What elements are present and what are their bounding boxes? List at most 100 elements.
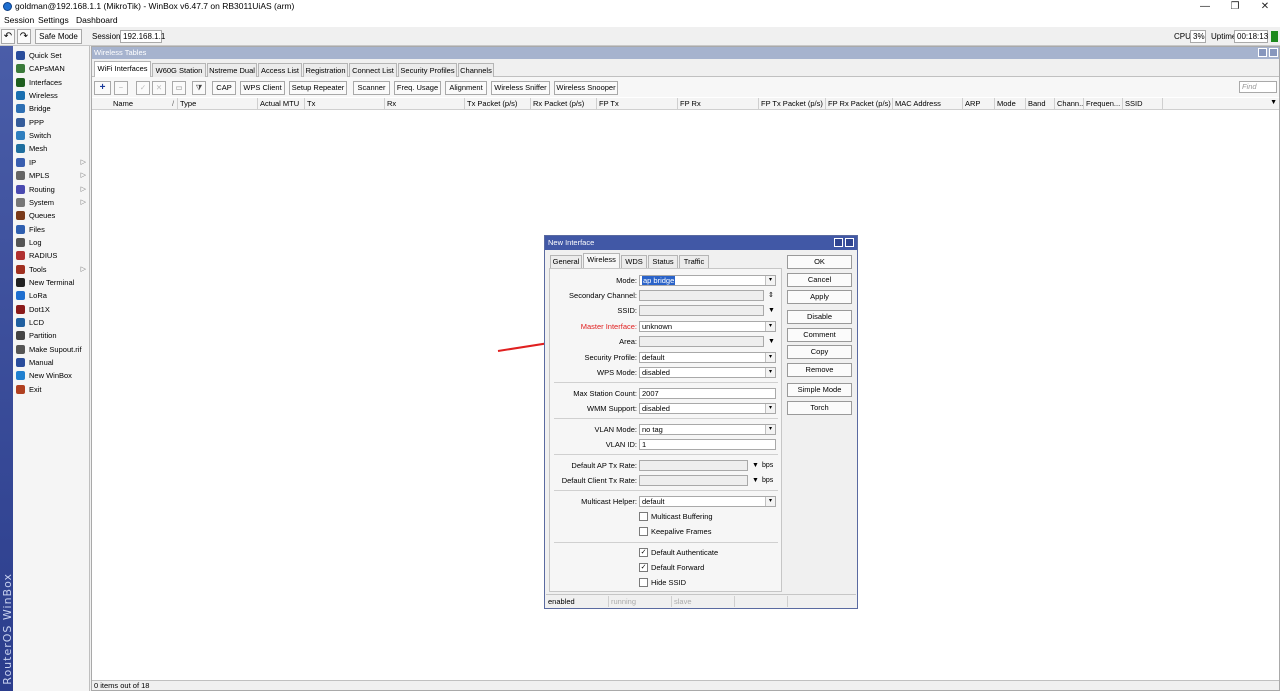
torch-button[interactable]: Torch — [787, 401, 852, 415]
column-ssid[interactable]: SSID — [1123, 98, 1163, 110]
close-window-button[interactable]: ✕ — [1250, 0, 1280, 13]
sidebar-item-manual[interactable]: Manual — [15, 356, 89, 369]
add-icon[interactable]: + — [94, 81, 111, 95]
sidebar-item-switch[interactable]: Switch — [15, 129, 89, 142]
simple-mode-button[interactable]: Simple Mode — [787, 383, 852, 397]
chevron-down-icon[interactable]: ▾ — [765, 368, 775, 377]
security-profile-select[interactable]: default ▾ — [639, 352, 776, 363]
dialog-maximize-icon[interactable] — [834, 238, 843, 247]
wireless-snooper-button[interactable]: Wireless Snooper — [554, 81, 618, 95]
secondary-channel-field[interactable] — [639, 290, 764, 301]
remove-button[interactable]: Remove — [787, 363, 852, 377]
sidebar-item-exit[interactable]: Exit — [15, 383, 89, 396]
copy-button[interactable]: Copy — [787, 345, 852, 359]
updown-icon[interactable]: ⇕ — [768, 290, 774, 301]
disable-button[interactable]: Disable — [787, 310, 852, 324]
filter-icon[interactable]: ⧩ — [192, 81, 206, 95]
comment-button[interactable]: Comment — [787, 328, 852, 342]
cancel-button[interactable]: Cancel — [787, 273, 852, 287]
dialog-close-icon[interactable] — [845, 238, 854, 247]
default-authenticate-checkbox[interactable]: ✓ — [639, 548, 648, 557]
chevron-down-icon[interactable]: ▼ — [752, 460, 759, 471]
sidebar-item-ppp[interactable]: PPP — [15, 116, 89, 129]
tab-wireless[interactable]: Wireless — [583, 253, 620, 268]
chevron-down-icon[interactable]: ▾ — [765, 322, 775, 331]
vlan-mode-select[interactable]: no tag ▾ — [639, 424, 776, 435]
master-interface-select[interactable]: unknown ▾ — [639, 321, 776, 332]
tab-connect-list[interactable]: Connect List — [349, 63, 397, 77]
scanner-button[interactable]: Scanner — [353, 81, 390, 95]
sidebar-item-make-supout-rif[interactable]: Make Supout.rif — [15, 343, 89, 356]
keepalive-frames-checkbox[interactable] — [639, 527, 648, 536]
sidebar-item-files[interactable]: Files — [15, 223, 89, 236]
chevron-down-icon[interactable]: ▾ — [765, 353, 775, 362]
sidebar-item-mpls[interactable]: MPLS ▷ — [15, 169, 89, 182]
sidebar-item-capsman[interactable]: CAPsMAN — [15, 62, 89, 75]
sidebar-item-lora[interactable]: LoRa — [15, 289, 89, 302]
sidebar-item-dot1x[interactable]: Dot1X — [15, 303, 89, 316]
chevron-down-icon[interactable]: ▼ — [752, 475, 759, 486]
hide-ssid-checkbox[interactable] — [639, 578, 648, 587]
default-client-tx-rate-field[interactable] — [639, 475, 748, 486]
column-fp-tx[interactable]: FP Tx — [597, 98, 678, 110]
tab-wifi-interfaces[interactable]: WiFi Interfaces — [94, 61, 151, 78]
column-frequen[interactable]: Frequen... — [1084, 98, 1123, 110]
session-field[interactable]: 192.168.1.1 — [120, 30, 165, 43]
column-type[interactable]: Type — [178, 98, 258, 110]
sidebar-item-radius[interactable]: RADIUS — [15, 249, 89, 262]
find-input[interactable]: Find — [1239, 81, 1277, 93]
column-band[interactable]: Band — [1026, 98, 1055, 110]
chevron-down-icon[interactable]: ▼ — [768, 336, 775, 347]
sidebar-item-lcd[interactable]: LCD — [15, 316, 89, 329]
restore-button[interactable]: ❐ — [1220, 0, 1250, 13]
apply-button[interactable]: Apply — [787, 290, 852, 304]
ok-button[interactable]: OK — [787, 255, 852, 269]
freq-usage-button[interactable]: Freq. Usage — [394, 81, 441, 95]
disable-icon[interactable]: ✕ — [152, 81, 166, 95]
close-icon[interactable] — [1269, 48, 1278, 57]
sidebar-item-queues[interactable]: Queues — [15, 209, 89, 222]
default-forward-checkbox[interactable]: ✓ — [639, 563, 648, 572]
wps-client-button[interactable]: WPS Client — [240, 81, 285, 95]
comment-icon[interactable]: ▭ — [172, 81, 186, 95]
menu-settings[interactable]: Settings — [38, 15, 69, 25]
tab-registration[interactable]: Registration — [303, 63, 348, 77]
ssid-field[interactable] — [639, 305, 764, 316]
column-mode[interactable]: Mode — [995, 98, 1026, 110]
max-station-count-field[interactable]: 2007 — [639, 388, 776, 399]
column-actual-mtu[interactable]: Actual MTU — [258, 98, 305, 110]
setup-repeater-button[interactable]: Setup Repeater — [289, 81, 347, 95]
multicast-helper-select[interactable]: default ▾ — [639, 496, 776, 507]
enable-icon[interactable]: ✓ — [136, 81, 150, 95]
column-fp-rx[interactable]: FP Rx — [678, 98, 759, 110]
sidebar-item-routing[interactable]: Routing ▷ — [15, 183, 89, 196]
tab-security-profiles[interactable]: Security Profiles — [398, 63, 457, 77]
tab-nstreme-dual[interactable]: Nstreme Dual — [207, 63, 257, 77]
column-menu-icon[interactable]: ▼ — [1270, 99, 1277, 106]
wireless-sniffer-button[interactable]: Wireless Sniffer — [491, 81, 550, 95]
column-arp[interactable]: ARP — [963, 98, 995, 110]
menu-dashboard[interactable]: Dashboard — [76, 15, 118, 25]
sidebar-item-mesh[interactable]: Mesh — [15, 142, 89, 155]
area-field[interactable] — [639, 336, 764, 347]
column-tx[interactable]: Tx — [305, 98, 385, 110]
column-tx-packet-p-s[interactable]: Tx Packet (p/s) — [465, 98, 531, 110]
column-fp-tx-packet-p-s[interactable]: FP Tx Packet (p/s) — [759, 98, 826, 110]
remove-icon[interactable]: − — [114, 81, 128, 95]
menu-session[interactable]: Session — [4, 15, 34, 25]
column-chann[interactable]: Chann... — [1055, 98, 1084, 110]
multicast-buffering-checkbox[interactable] — [639, 512, 648, 521]
mode-select[interactable]: ap bridge ▾ — [639, 275, 776, 286]
tab-general[interactable]: General — [550, 255, 582, 268]
alignment-button[interactable]: Alignment — [445, 81, 487, 95]
sidebar-item-tools[interactable]: Tools ▷ — [15, 263, 89, 276]
sidebar-item-partition[interactable]: Partition — [15, 329, 89, 342]
redo-button[interactable]: ↷ — [17, 29, 31, 44]
minimize-button[interactable]: — — [1190, 0, 1220, 13]
sidebar-item-interfaces[interactable]: Interfaces — [15, 76, 89, 89]
cap-button[interactable]: CAP — [212, 81, 236, 95]
tab-w60g-station[interactable]: W60G Station — [152, 63, 206, 77]
column-name[interactable]: Name — [111, 98, 178, 110]
sidebar-item-bridge[interactable]: Bridge — [15, 102, 89, 115]
sidebar-item-new-winbox[interactable]: New WinBox — [15, 369, 89, 382]
